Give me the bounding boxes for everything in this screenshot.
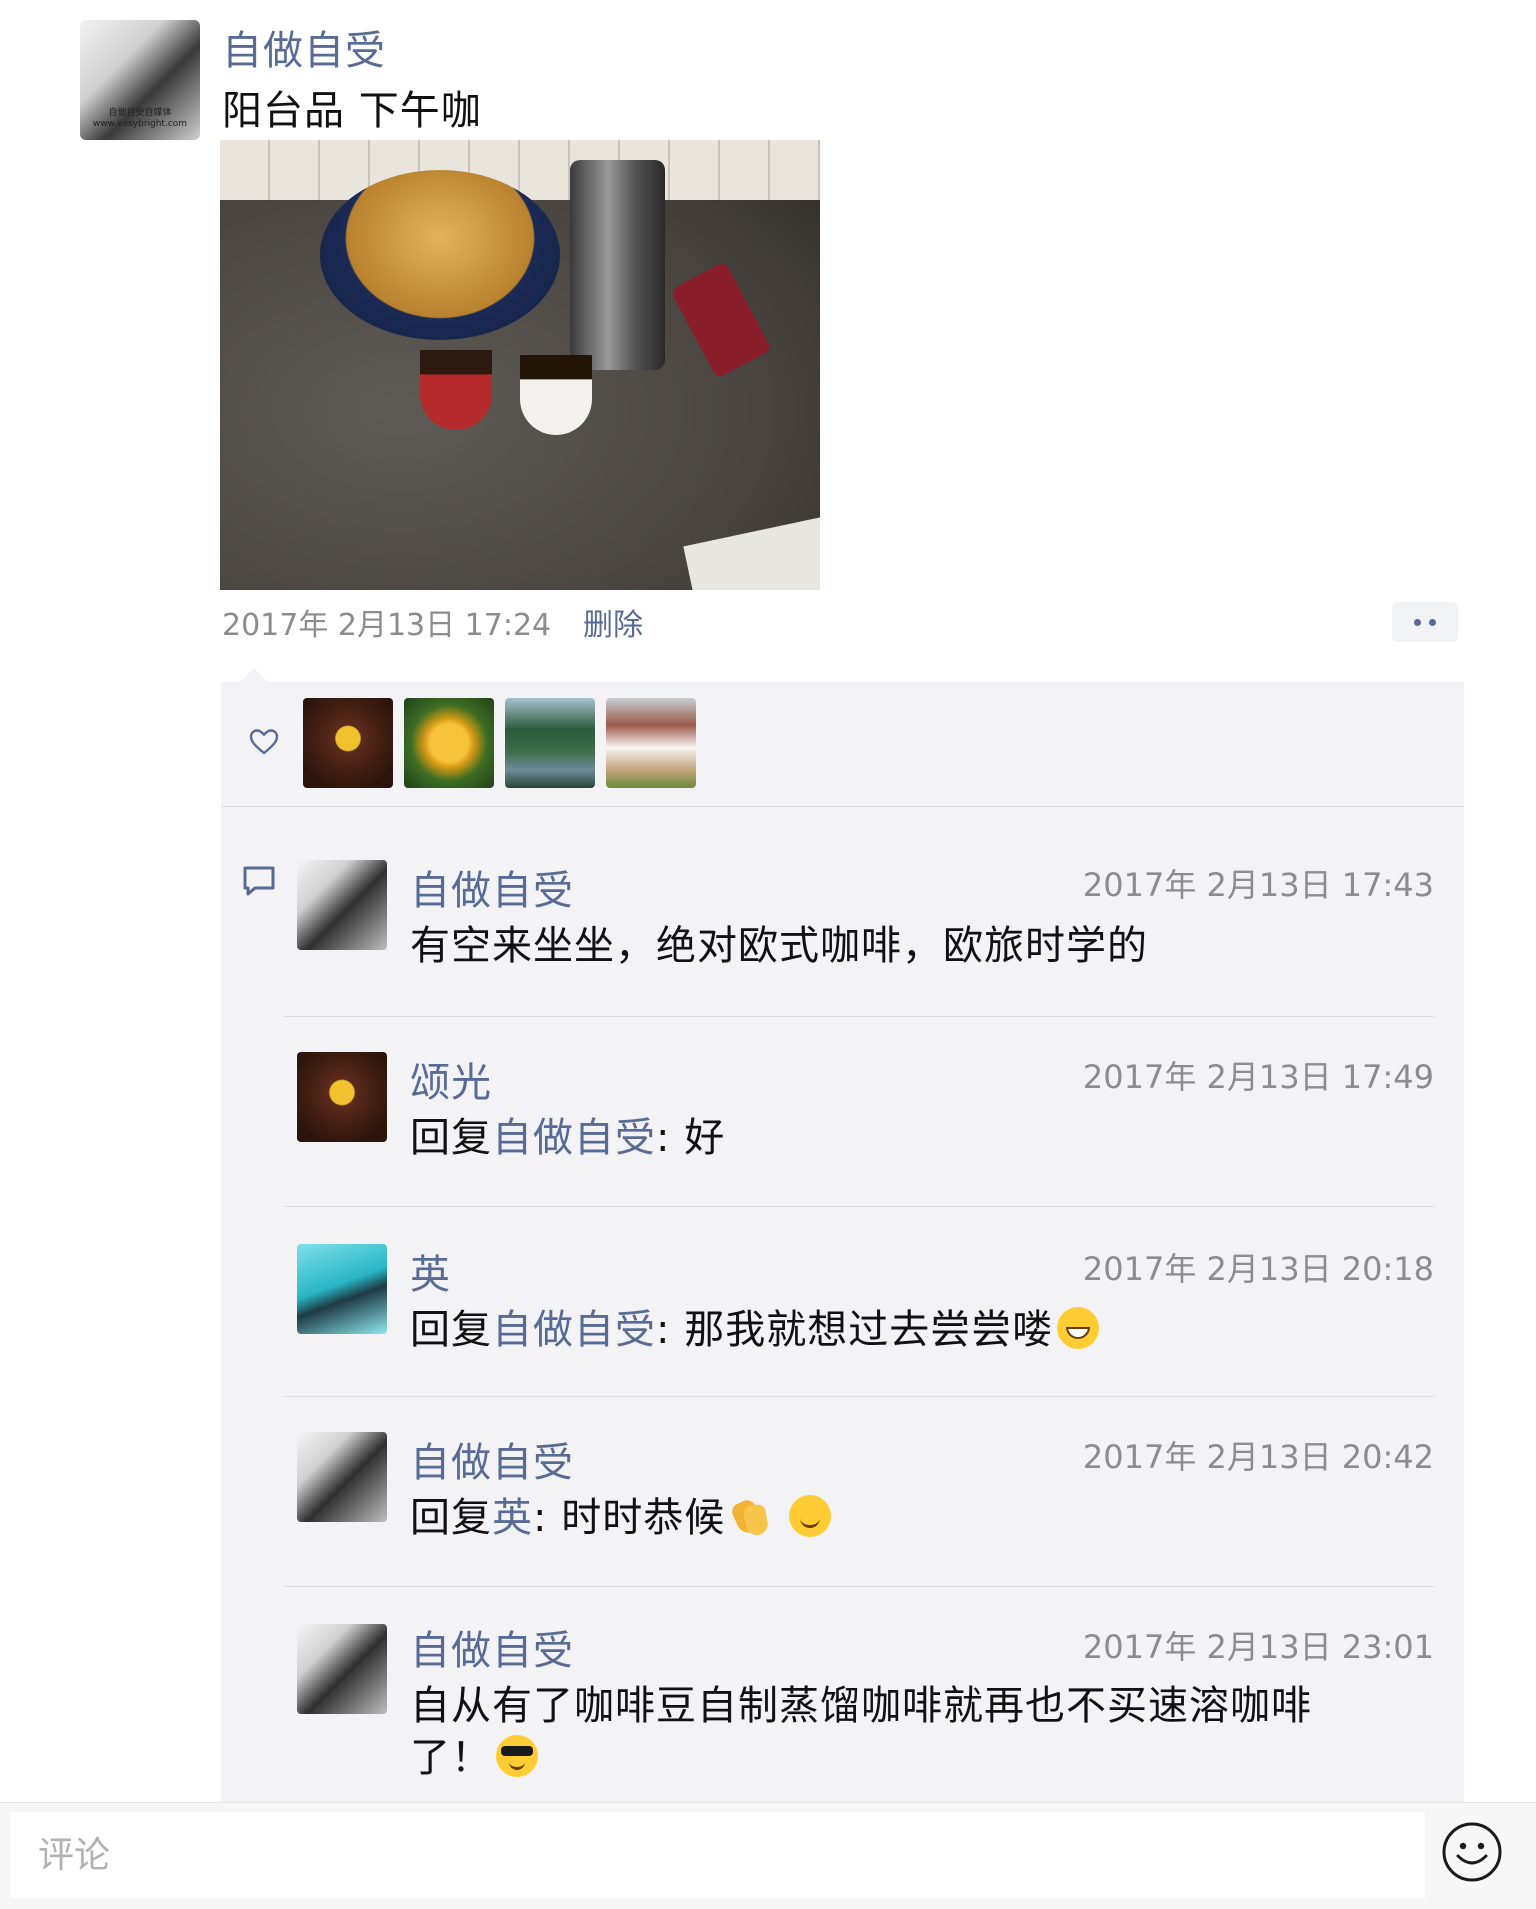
photo-coffee-pot [570, 160, 665, 370]
reply-to-link[interactable]: 自做自受 [492, 1115, 656, 1161]
photo-phone [670, 261, 772, 379]
photo-book [683, 515, 820, 590]
sunglasses-face-emoji [496, 1735, 538, 1777]
comment-divider [284, 1396, 1434, 1397]
comment-divider [284, 1206, 1434, 1207]
post-timestamp: 2017年 2月13日 17:24 [222, 608, 552, 643]
comment-avatar[interactable] [297, 1432, 387, 1522]
comment-text-line2-wrap: 了！ [410, 1732, 1420, 1784]
more-dots-icon[interactable] [1392, 602, 1458, 642]
comment-timestamp: 2017年 2月13日 20:18 [1082, 1250, 1434, 1288]
panel-arrow [240, 668, 268, 682]
more-dot [1414, 618, 1421, 626]
reply-prefix: 回复 [410, 1495, 492, 1541]
comment-text: 回复自做自受: 那我就想过去尝尝喽 [410, 1304, 1100, 1356]
comment-divider [284, 1586, 1434, 1587]
heart-icon [249, 729, 279, 755]
like-avatar[interactable] [404, 698, 494, 788]
reply-body: : 时时恭候 [533, 1495, 726, 1541]
comment-timestamp: 2017年 2月13日 20:42 [1082, 1438, 1434, 1476]
comment-author[interactable]: 自做自受 [410, 1430, 574, 1488]
comment-timestamp: 2017年 2月13日 17:49 [1082, 1058, 1434, 1096]
comment-text: 有空来坐坐，绝对欧式咖啡，欧旅时学的 [410, 923, 1148, 969]
comment-avatar[interactable] [297, 1052, 387, 1142]
comment-avatar[interactable] [297, 1244, 387, 1334]
comment-timestamp: 2017年 2月13日 17:43 [1082, 866, 1434, 904]
photo-white-cup [520, 355, 592, 435]
comment-avatar[interactable] [297, 860, 387, 950]
comment-text: 回复自做自受: 好 [410, 1112, 725, 1164]
like-avatar[interactable] [606, 698, 696, 788]
comment-timestamp: 2017年 2月13日 23:01 [1082, 1628, 1434, 1666]
comment-author[interactable]: 颂光 [410, 1050, 492, 1108]
comment-bubble-icon [243, 866, 275, 896]
post-author-avatar[interactable]: 自做自受自媒体 www.easybright.com [80, 20, 200, 140]
reply-body: : 那我就想过去尝尝喽 [656, 1307, 1054, 1353]
reply-to-link[interactable]: 英 [492, 1495, 533, 1541]
comment-author[interactable]: 英 [410, 1242, 451, 1300]
like-avatar[interactable] [303, 698, 393, 788]
delete-link[interactable]: 删除 [583, 600, 643, 644]
avatar-caption-line1: 自做自受自媒体 [108, 108, 172, 118]
reply-body: : 好 [656, 1115, 726, 1161]
avatar-caption-line2: www.easybright.com [92, 119, 188, 129]
like-avatar[interactable] [505, 698, 595, 788]
comment-text: 自从有了咖啡豆自制蒸馏咖啡就再也不买速溶咖啡 了！ [410, 1680, 1420, 1784]
comment-input[interactable] [10, 1812, 1425, 1898]
comment-author[interactable]: 自做自受 [410, 858, 574, 916]
comment-text: 回复英: 时时恭候 [410, 1492, 831, 1544]
post-author-name[interactable]: 自做自受 [222, 18, 386, 76]
post-text: 阳台品 下午咖 [222, 88, 482, 134]
reply-prefix: 回复 [410, 1115, 492, 1161]
post-photo[interactable] [220, 140, 820, 590]
comment-text-line1: 自从有了咖啡豆自制蒸馏咖啡就再也不买速溶咖啡 [410, 1683, 1312, 1729]
comment-divider [284, 1016, 1434, 1017]
comment-avatar[interactable] [297, 1624, 387, 1714]
likes-divider [221, 806, 1464, 807]
grinning-face-emoji [1057, 1307, 1100, 1349]
emoji-picker-icon[interactable] [1440, 1820, 1504, 1884]
photo-red-cup [420, 350, 492, 430]
comment-text-line2: 了！ [410, 1735, 492, 1781]
smiling-face-emoji [788, 1495, 831, 1537]
reply-prefix: 回复 [410, 1307, 492, 1353]
photo-cookie-tin [320, 170, 560, 340]
more-dot [1429, 618, 1436, 626]
reply-to-link[interactable]: 自做自受 [492, 1307, 656, 1353]
clapping-hands-emoji [729, 1495, 771, 1537]
comment-author[interactable]: 自做自受 [410, 1618, 574, 1676]
